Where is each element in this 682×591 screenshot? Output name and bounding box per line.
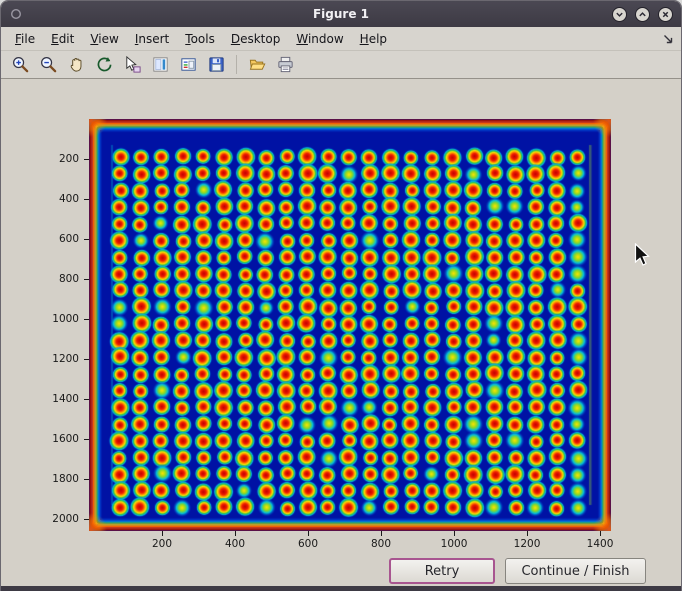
y-tick-mark [84, 279, 89, 280]
y-tick-label: 800 [1, 273, 79, 286]
mouse-cursor [634, 243, 650, 267]
x-tick-label: 400 [215, 538, 255, 551]
menu-item-window[interactable]: Window [288, 29, 351, 49]
print-icon[interactable] [272, 52, 298, 78]
y-tick-mark [84, 239, 89, 240]
y-tick-label: 200 [1, 153, 79, 166]
y-tick-label: 1600 [1, 433, 79, 446]
y-tick-mark [84, 439, 89, 440]
heatmap-image[interactable] [89, 119, 611, 531]
close-button[interactable] [658, 7, 673, 22]
menu-overflow-icon[interactable] [661, 32, 675, 46]
menu-item-help[interactable]: Help [352, 29, 395, 49]
y-tick-label: 1000 [1, 313, 79, 326]
toolbar-separator [236, 55, 237, 74]
figure-canvas: Retry Continue / Finish 200 400 600 800 1000… [1, 79, 681, 586]
y-tick-label: 2000 [1, 513, 79, 526]
y-tick-label: 1200 [1, 353, 79, 366]
y-tick-mark [84, 479, 89, 480]
menu-item-file[interactable]: File [7, 29, 43, 49]
save-icon[interactable] [203, 52, 229, 78]
x-tick-mark [600, 531, 601, 536]
menu-item-desktop[interactable]: Desktop [223, 29, 289, 49]
figure-window: Figure 1 FileEditViewInsertToolsDesktopW… [0, 0, 682, 591]
menu-item-view[interactable]: View [82, 29, 126, 49]
menu-item-edit[interactable]: Edit [43, 29, 82, 49]
y-tick-mark [84, 359, 89, 360]
x-tick-label: 1200 [507, 538, 547, 551]
y-tick-mark [84, 319, 89, 320]
maximize-button[interactable] [635, 7, 650, 22]
insert-legend-icon[interactable] [175, 52, 201, 78]
menu-bar: FileEditViewInsertToolsDesktopWindowHelp [1, 27, 681, 51]
x-tick-mark [162, 531, 163, 536]
x-tick-label: 800 [361, 538, 401, 551]
x-tick-label: 1000 [434, 538, 474, 551]
x-tick-label: 200 [142, 538, 182, 551]
rotate-3d-icon[interactable] [91, 52, 117, 78]
x-tick-mark [308, 531, 309, 536]
zoom-out-icon[interactable] [35, 52, 61, 78]
x-tick-label: 600 [288, 538, 328, 551]
y-tick-label: 1800 [1, 473, 79, 486]
data-cursor-icon[interactable] [119, 52, 145, 78]
window-menu-icon[interactable] [9, 7, 23, 21]
title-bar[interactable]: Figure 1 [1, 1, 681, 27]
window-bottom-edge [1, 586, 681, 591]
x-tick-mark [381, 531, 382, 536]
zoom-in-icon[interactable] [7, 52, 33, 78]
y-tick-mark [84, 199, 89, 200]
x-tick-mark [454, 531, 455, 536]
insert-colorbar-icon[interactable] [147, 52, 173, 78]
open-folder-icon[interactable] [244, 52, 270, 78]
toolbar [1, 51, 681, 79]
continue-finish-button[interactable]: Continue / Finish [505, 558, 646, 584]
retry-button[interactable]: Retry [389, 558, 495, 584]
y-tick-mark [84, 519, 89, 520]
x-tick-label: 1400 [580, 538, 620, 551]
y-tick-mark [84, 159, 89, 160]
x-tick-mark [235, 531, 236, 536]
y-tick-label: 1400 [1, 393, 79, 406]
x-tick-mark [527, 531, 528, 536]
pan-hand-icon[interactable] [63, 52, 89, 78]
minimize-button[interactable] [612, 7, 627, 22]
menu-item-insert[interactable]: Insert [127, 29, 177, 49]
menu-item-tools[interactable]: Tools [177, 29, 223, 49]
y-tick-mark [84, 399, 89, 400]
window-title: Figure 1 [1, 7, 681, 21]
y-tick-label: 600 [1, 233, 79, 246]
y-tick-label: 400 [1, 193, 79, 206]
